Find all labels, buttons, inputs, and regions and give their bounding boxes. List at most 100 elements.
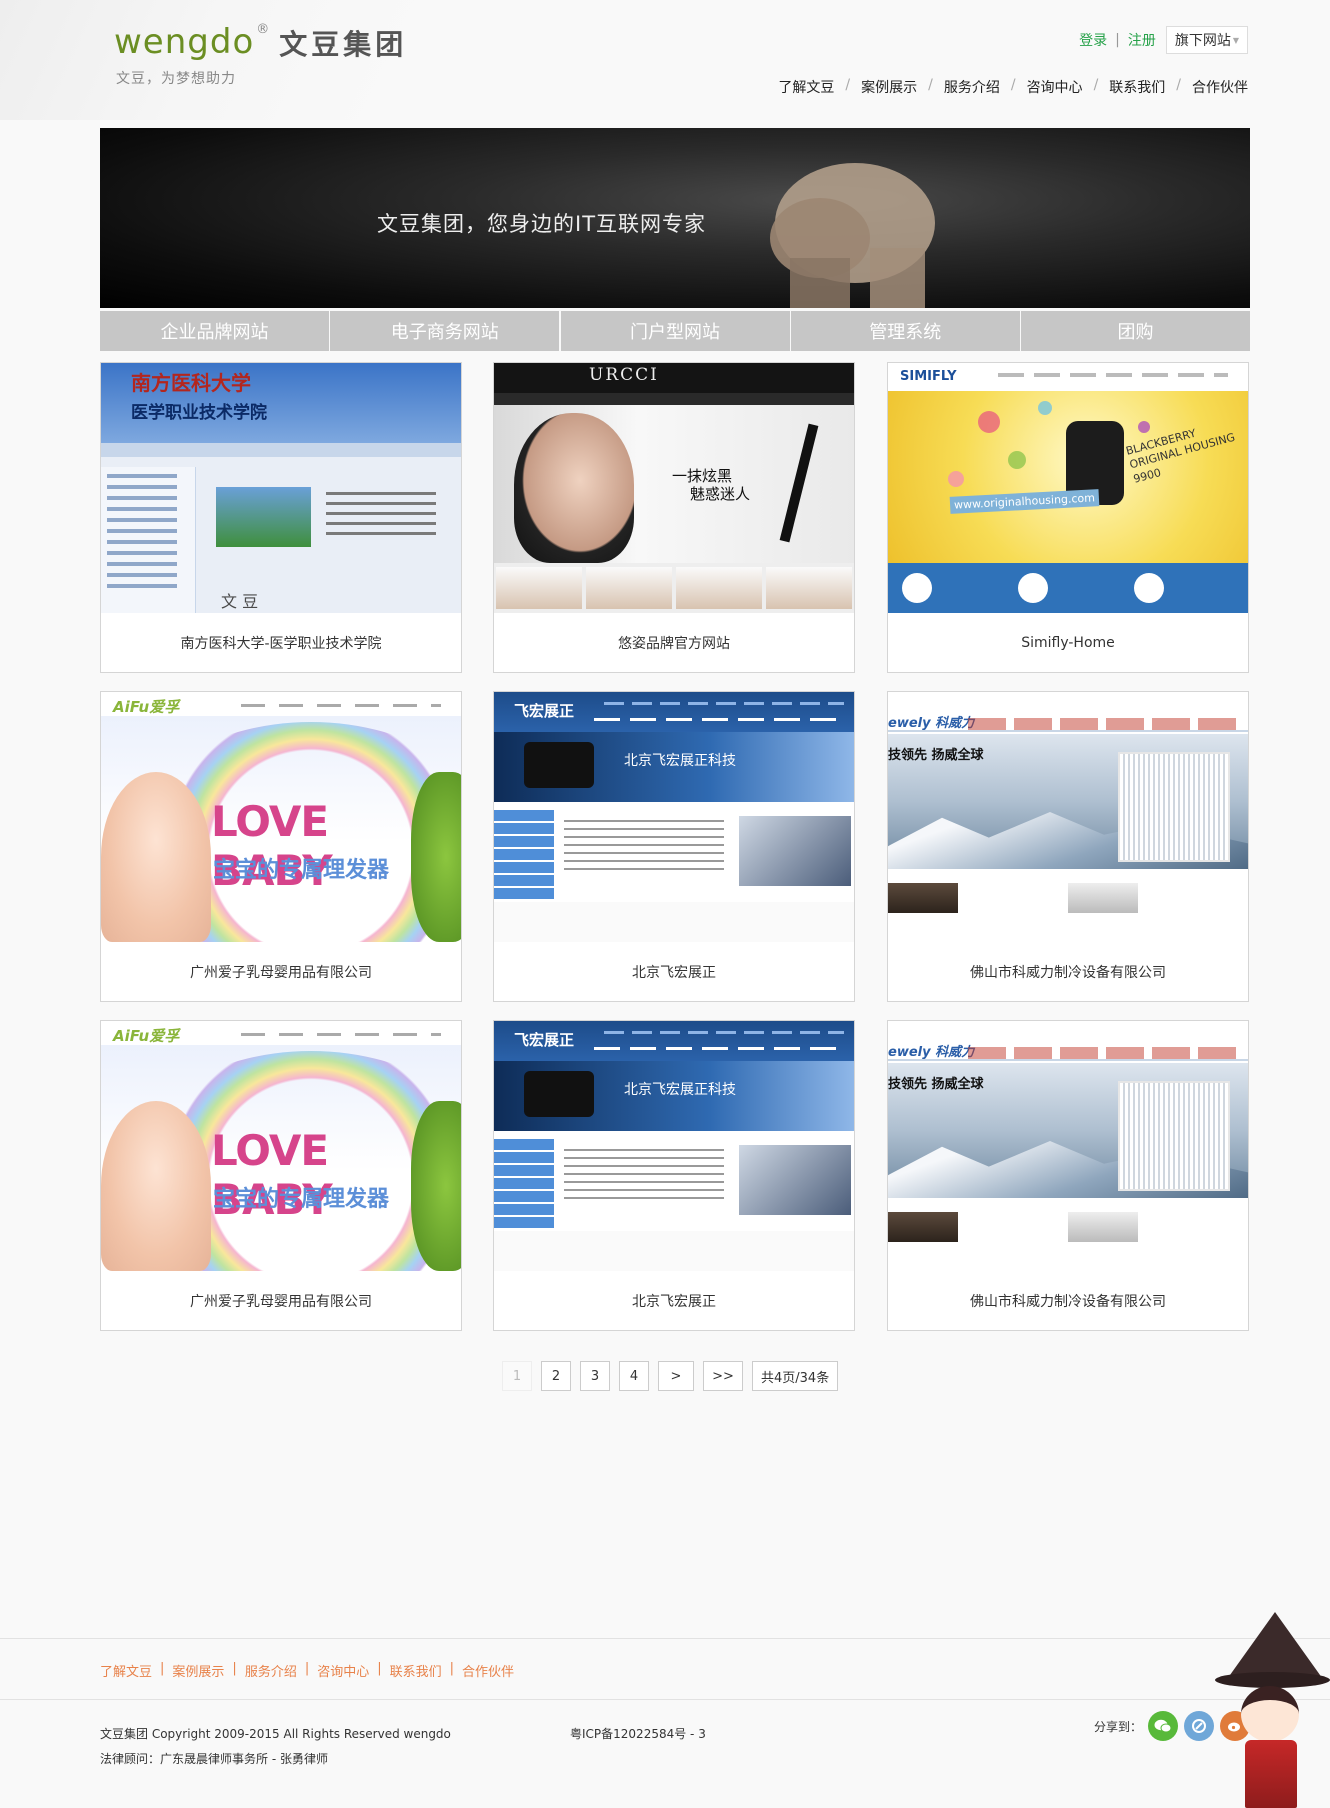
thumb-footer — [494, 1231, 854, 1271]
nav-cases[interactable]: 案例展示 — [861, 77, 917, 97]
case-title[interactable]: Simifly-Home — [888, 613, 1248, 673]
thumb-header: AiFu爱孚 — [101, 692, 461, 716]
case-card[interactable]: URCCI 一抹炫黑 魅惑迷人 悠姿品牌官方网站 — [493, 362, 855, 673]
nav-separator: / — [1093, 77, 1099, 93]
tab-management[interactable]: 管理系统 — [790, 311, 1020, 351]
projector-graphic — [524, 742, 594, 788]
tab-group-buy[interactable]: 团购 — [1021, 311, 1250, 351]
thumb-watermark: 文 豆 — [221, 592, 259, 611]
thumb-photo — [216, 487, 311, 547]
login-link[interactable]: 登录 — [1079, 30, 1107, 50]
next-page-button[interactable]: > — [658, 1361, 694, 1391]
nav-consult[interactable]: 咨询中心 — [1027, 77, 1083, 97]
register-link[interactable]: 注册 — [1128, 30, 1156, 50]
registered-mark: ® — [256, 22, 270, 37]
pagination: 1 2 3 4 > >> 共4页/34条 — [502, 1361, 847, 1391]
case-thumbnail[interactable]: 飞宏展正 北京飞宏展正科技 — [494, 1021, 854, 1271]
case-title[interactable]: 佛山市科威力制冷设备有限公司 — [888, 1271, 1248, 1331]
footer-link-services[interactable]: 服务介绍 — [245, 1661, 297, 1680]
hero-banner: 文豆集团，您身边的IT互联网专家 — [100, 128, 1250, 308]
thumb-slogan-2: 魅惑迷人 — [690, 485, 751, 503]
wechat-icon[interactable] — [1148, 1711, 1179, 1741]
case-card[interactable]: AiFu爱孚 LOVE BABY 宝宝的专属理发器 广州爱子乳母婴用品有限公司 — [100, 1020, 462, 1331]
baby-photo — [101, 1101, 211, 1271]
footer-link-contact[interactable]: 联系我们 — [390, 1661, 442, 1680]
thumb-nav — [968, 1047, 1238, 1059]
thumb-subheadline: 宝宝的专属理发器 — [213, 1187, 390, 1212]
tab-ecommerce[interactable]: 电子商务网站 — [330, 311, 560, 351]
case-title[interactable]: 南方医科大学-医学职业技术学院 — [101, 613, 461, 673]
icp-number[interactable]: 粤ICP备12022584号 - 3 — [570, 1725, 706, 1742]
case-thumbnail[interactable]: 南方医科大学 医学职业技术学院 文 豆 — [101, 363, 461, 613]
thumb-photo — [739, 816, 851, 886]
thumb-brand: ewely 科威力 — [888, 1045, 975, 1060]
thumb-text-lines — [564, 814, 724, 876]
footer-link-consult[interactable]: 咨询中心 — [317, 1661, 369, 1680]
thumb-title: 南方医科大学 — [131, 371, 251, 395]
baby-photo — [101, 772, 211, 942]
case-title[interactable]: 悠姿品牌官方网站 — [494, 613, 854, 673]
page-3[interactable]: 3 — [580, 1361, 610, 1391]
case-title[interactable]: 广州爱子乳母婴用品有限公司 — [101, 1271, 461, 1331]
nav-separator: / — [928, 77, 933, 93]
footer-link-cases[interactable]: 案例展示 — [172, 1661, 224, 1680]
last-page-button[interactable]: >> — [703, 1361, 743, 1391]
case-thumbnail[interactable]: ewely 科威力 技领先 扬威全球 — [888, 1021, 1248, 1271]
thumb-nav-2 — [594, 718, 844, 721]
case-thumbnail[interactable]: ewely 科威力 技领先 扬威全球 — [888, 692, 1248, 942]
case-title[interactable]: 北京飞宏展正 — [494, 942, 854, 1002]
thumb-sidebar — [494, 1139, 554, 1229]
sites-dropdown[interactable]: 旗下网站 ▼ — [1165, 26, 1248, 54]
footer-separator: | — [160, 1661, 165, 1676]
nav-services[interactable]: 服务介绍 — [944, 77, 1000, 97]
nav-separator: / — [1010, 77, 1016, 93]
case-title[interactable]: 佛山市科威力制冷设备有限公司 — [888, 942, 1248, 1002]
thumb-brand: SIMIFLY — [900, 369, 957, 384]
tab-brand-sites[interactable]: 企业品牌网站 — [100, 311, 329, 351]
nav-separator: / — [845, 77, 851, 93]
case-card[interactable]: 飞宏展正 北京飞宏展正科技 北京飞宏展正 — [493, 691, 855, 1002]
thumb-brand: 飞宏展正 — [514, 702, 575, 720]
cooling-unit-graphic — [1118, 752, 1230, 862]
case-thumbnail[interactable]: 飞宏展正 北京飞宏展正科技 — [494, 692, 854, 942]
legal-advisor: 法律顾问：广东晟晨律师事务所 - 张勇律师 — [100, 1752, 328, 1766]
thumb-header: ewely 科威力 — [888, 692, 1248, 732]
mascot-face — [1241, 1686, 1299, 1742]
nav-separator: / — [1176, 77, 1181, 93]
case-card[interactable]: 南方医科大学 医学职业技术学院 文 豆 南方医科大学-医学职业技术学院 — [100, 362, 462, 673]
thumb-nav — [101, 443, 461, 457]
thumb-nav — [604, 702, 844, 705]
case-title[interactable]: 北京飞宏展正 — [494, 1271, 854, 1331]
main-nav: 了解文豆 / 案例展示 / 服务介绍 / 咨询中心 / 联系我们 / 合作伙伴 — [778, 77, 1248, 97]
page-4[interactable]: 4 — [619, 1361, 649, 1391]
thumb-sidebar — [101, 467, 196, 613]
nav-contact[interactable]: 联系我们 — [1109, 77, 1165, 97]
page-summary: 共4页/34条 — [752, 1361, 839, 1391]
thumb-footer — [494, 902, 854, 942]
footer-separator: | — [232, 1661, 237, 1676]
case-thumbnail[interactable]: AiFu爱孚 LOVE BABY 宝宝的专属理发器 — [101, 692, 461, 942]
nav-partners[interactable]: 合作伙伴 — [1192, 77, 1248, 97]
qzone-icon[interactable] — [1184, 1711, 1215, 1741]
footer-link-partners[interactable]: 合作伙伴 — [462, 1661, 514, 1680]
case-card[interactable]: 飞宏展正 北京飞宏展正科技 北京飞宏展正 — [493, 1020, 855, 1331]
case-thumbnail[interactable]: SIMIFLY BLACKBERRY ORIGINAL HOUSING 9900… — [888, 363, 1248, 613]
footer-separator: | — [304, 1661, 310, 1676]
thumb-footer — [888, 1206, 1248, 1271]
tab-portal[interactable]: 门户型网站 — [560, 311, 790, 351]
thumb-header: URCCI — [494, 363, 854, 393]
thumb-subheadline: 宝宝的专属理发器 — [213, 858, 390, 883]
logo[interactable]: wengdo ® 文豆集团 — [114, 22, 407, 59]
thumb-header: AiFu爱孚 — [101, 1021, 461, 1045]
nav-about[interactable]: 了解文豆 — [778, 77, 834, 97]
case-thumbnail[interactable]: AiFu爱孚 LOVE BABY 宝宝的专属理发器 — [101, 1021, 461, 1271]
case-title[interactable]: 广州爱子乳母婴用品有限公司 — [101, 942, 461, 1002]
thumb-nav — [241, 704, 441, 707]
case-card[interactable]: AiFu爱孚 LOVE BABY 宝宝的专属理发器 广州爱子乳母婴用品有限公司 — [100, 691, 462, 1002]
case-card[interactable]: SIMIFLY BLACKBERRY ORIGINAL HOUSING 9900… — [887, 362, 1249, 673]
case-card[interactable]: ewely 科威力 技领先 扬威全球 佛山市科威力制冷设备有限公司 — [887, 1020, 1249, 1331]
case-thumbnail[interactable]: URCCI 一抹炫黑 魅惑迷人 — [494, 363, 854, 613]
footer-link-about[interactable]: 了解文豆 — [100, 1661, 152, 1680]
page-2[interactable]: 2 — [541, 1361, 571, 1391]
case-card[interactable]: ewely 科威力 技领先 扬威全球 佛山市科威力制冷设备有限公司 — [887, 691, 1249, 1002]
